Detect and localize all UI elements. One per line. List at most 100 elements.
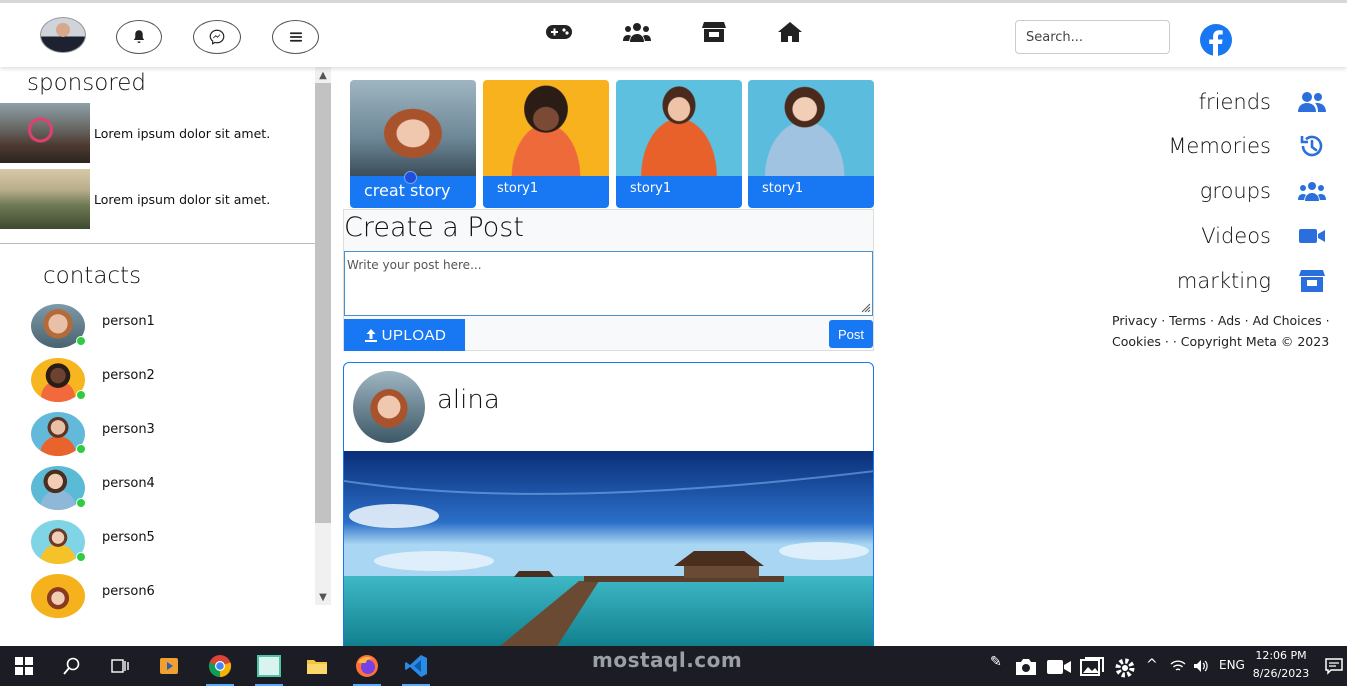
scroll-thumb[interactable] [315, 83, 331, 523]
sponsored-ad[interactable]: Lorem ipsum dolor sit amet. [0, 103, 300, 163]
watermark: mostaql.com [592, 648, 743, 672]
menu-label: friends [1198, 90, 1271, 114]
firefox-button[interactable] [349, 646, 385, 686]
contact-item[interactable]: person6 [31, 574, 291, 620]
firefox-icon [356, 655, 378, 677]
start-button[interactable] [6, 646, 42, 686]
story-image [483, 80, 609, 177]
video-camera-icon [1297, 223, 1327, 249]
menu-label: Videos [1201, 224, 1271, 248]
search-input[interactable] [1015, 20, 1170, 54]
home-icon [778, 22, 802, 42]
story-label: story1 [483, 176, 609, 208]
vscode-icon [405, 655, 427, 677]
language-indicator[interactable]: ENG [1219, 658, 1245, 672]
upload-label: UPLOAD [381, 326, 447, 344]
footer-line[interactable]: Cookies · · Copyright Meta © 2023 [1112, 331, 1332, 352]
friends-nav[interactable] [622, 20, 652, 44]
notifications-button[interactable] [116, 20, 162, 54]
store-icon [1297, 268, 1327, 294]
video-record-icon[interactable] [1046, 658, 1072, 676]
facebook-logo-icon[interactable] [1200, 24, 1232, 56]
upload-icon [364, 329, 377, 342]
messenger-button[interactable] [193, 20, 241, 54]
search-icon [63, 657, 80, 675]
resize-grip-icon[interactable] [859, 301, 871, 313]
right-menu-memories[interactable]: Memories [1168, 131, 1327, 161]
contact-item[interactable]: person2 [31, 358, 291, 404]
notifications-icon[interactable] [1325, 657, 1343, 675]
story-card[interactable]: story1 [483, 80, 609, 208]
contact-item[interactable]: person5 [31, 520, 291, 566]
scroll-up-icon[interactable]: ▲ [315, 67, 331, 83]
contact-name: person2 [102, 368, 155, 383]
add-story-icon[interactable] [404, 171, 417, 184]
create-story-card[interactable]: creat story [350, 80, 476, 208]
menu-label: Memories [1168, 134, 1271, 158]
menu-label: groups [1199, 179, 1271, 203]
pin-icon[interactable]: ✎ [990, 654, 1002, 670]
menu-label: markting [1176, 269, 1271, 293]
file-explorer-button[interactable] [299, 646, 335, 686]
upload-button[interactable]: UPLOAD [344, 319, 465, 351]
post-button[interactable]: Post [829, 320, 873, 348]
show-hidden-icons-icon[interactable]: ^ [1146, 657, 1158, 673]
vscode-button[interactable] [398, 646, 434, 686]
settings-gear-icon[interactable] [1113, 656, 1137, 680]
task-view-button[interactable] [102, 646, 138, 686]
app-window-button[interactable] [251, 646, 287, 686]
media-player-button[interactable] [151, 646, 187, 686]
footer-line[interactable]: Privacy · Terms · Ads · Ad Choices · [1112, 310, 1332, 331]
search-button[interactable] [54, 646, 90, 686]
gallery-icon[interactable] [1080, 657, 1104, 677]
contact-item[interactable]: person3 [31, 412, 291, 458]
chrome-button[interactable] [202, 646, 238, 686]
clock-date[interactable]: 8/26/2023 [1252, 667, 1310, 680]
ad-text: Lorem ipsum dolor sit amet. [94, 191, 271, 207]
bell-icon [133, 30, 145, 43]
online-status-dot [76, 390, 86, 400]
store-icon [702, 22, 726, 42]
sidebar-divider [0, 243, 315, 244]
post-author-avatar[interactable] [353, 371, 425, 443]
user-friends-icon [1297, 89, 1327, 115]
scroll-down-icon[interactable]: ▼ [315, 589, 331, 605]
story-card[interactable]: story1 [616, 80, 742, 208]
right-menu-friends[interactable]: friends [1199, 87, 1327, 117]
folder-icon [307, 660, 327, 674]
top-navbar [0, 0, 1347, 67]
home-nav[interactable] [775, 20, 805, 44]
menu-icon [289, 32, 302, 42]
story-label: story1 [616, 176, 742, 208]
ad-text: Lorem ipsum dolor sit amet. [94, 125, 271, 141]
post-textarea[interactable] [344, 251, 873, 316]
camera-icon[interactable] [1014, 657, 1038, 677]
post-author-name[interactable]: alina [437, 385, 500, 415]
media-player-icon [160, 658, 178, 674]
clock-time[interactable]: 12:06 PM [1252, 649, 1310, 662]
create-post-title: Create a Post [344, 212, 524, 243]
sidebar-scrollbar[interactable]: ▲ ▼ [315, 67, 331, 605]
contact-item[interactable]: person1 [31, 304, 291, 350]
menu-button[interactable] [272, 20, 319, 54]
story-image [616, 80, 742, 177]
post-card: alina [343, 362, 874, 652]
right-menu-videos[interactable]: Videos [1201, 221, 1327, 251]
profile-avatar[interactable] [40, 17, 86, 53]
right-menu-groups[interactable]: groups [1200, 176, 1327, 206]
gaming-nav[interactable] [544, 20, 574, 44]
history-icon [1297, 133, 1327, 159]
contact-name: person4 [102, 476, 155, 491]
marketplace-nav[interactable] [699, 20, 729, 44]
sponsored-ad[interactable]: Lorem ipsum dolor sit amet. [0, 169, 300, 229]
contact-item[interactable]: person4 [31, 466, 291, 512]
gamepad-icon [546, 25, 572, 39]
users-icon [623, 23, 651, 42]
avatar [31, 574, 85, 618]
online-status-dot [76, 498, 86, 508]
right-menu-markting[interactable]: markting [1177, 266, 1327, 296]
volume-icon[interactable] [1193, 659, 1209, 673]
wifi-icon[interactable] [1170, 659, 1186, 673]
story-card[interactable]: story1 [748, 80, 874, 208]
windows-logo-icon [15, 657, 33, 675]
